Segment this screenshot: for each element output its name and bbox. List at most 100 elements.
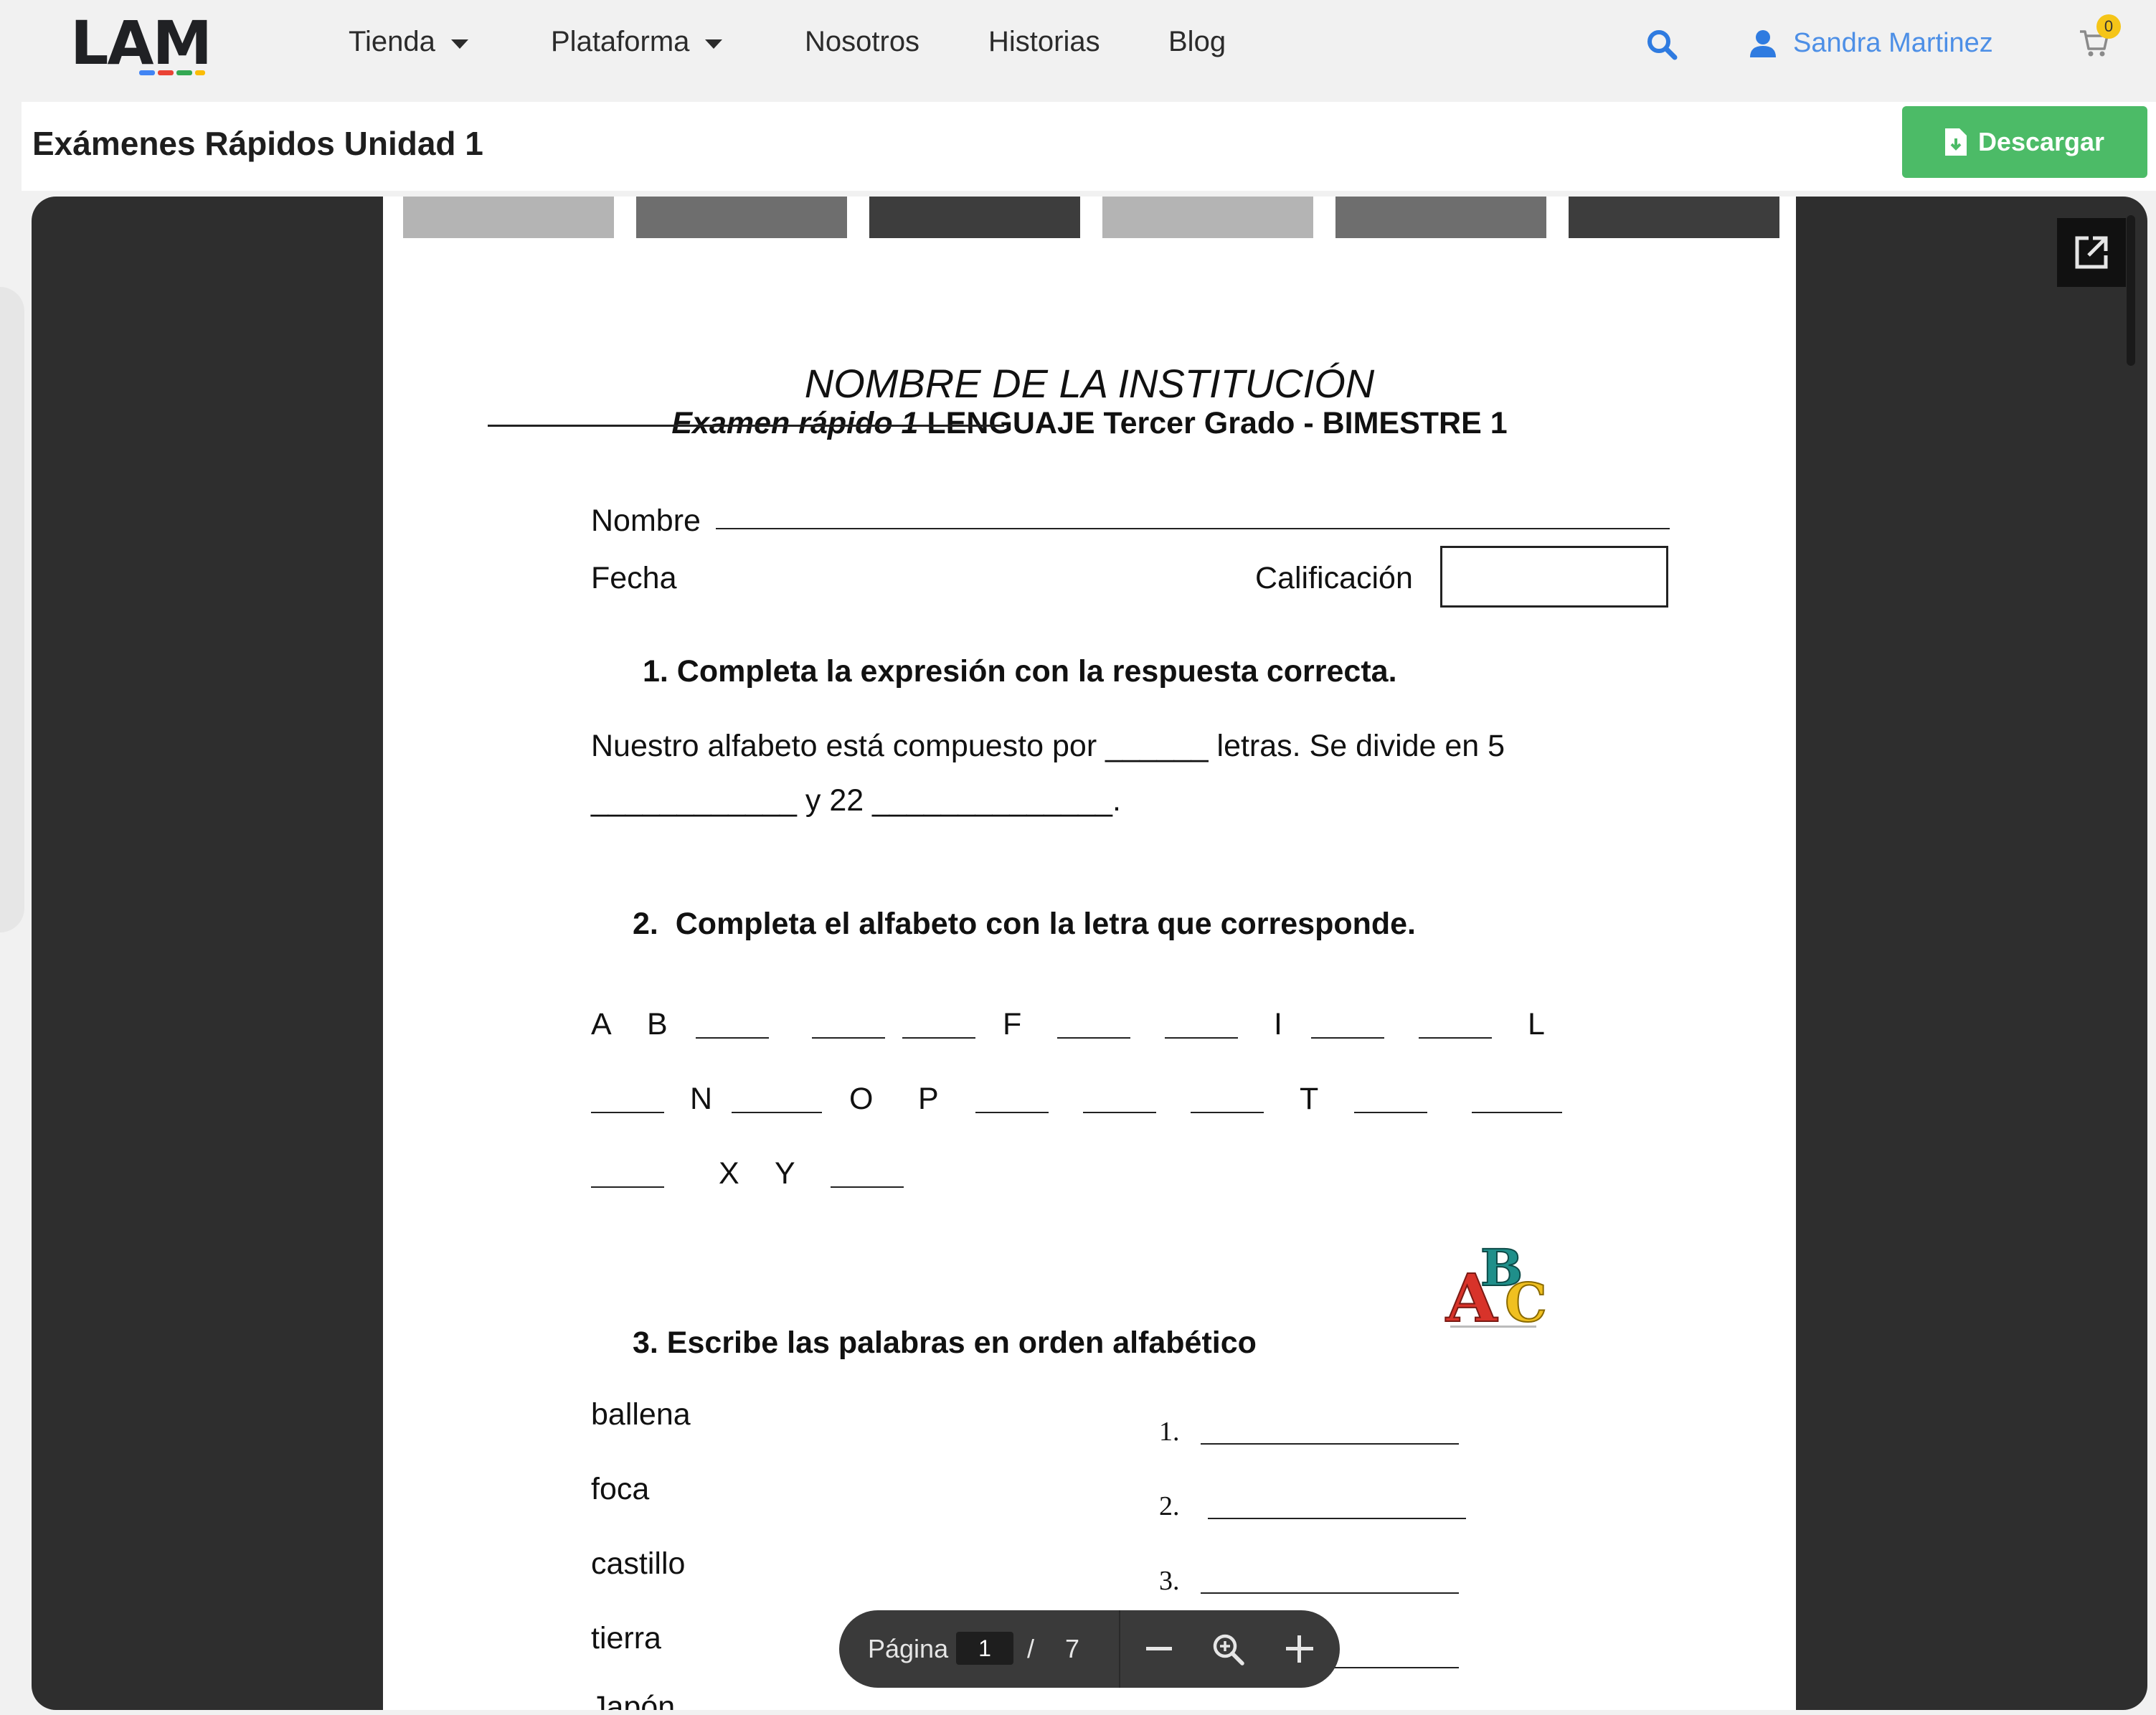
letter-blank xyxy=(591,1112,664,1113)
letter-blank xyxy=(591,1186,664,1188)
question-2-title: 2. Completa el alfabeto con la letra que… xyxy=(633,907,1417,941)
institution-name: NOMBRE DE LA INSTITUCIÓN xyxy=(804,361,1375,406)
letter-blank xyxy=(1191,1112,1264,1113)
nav-item-nosotros[interactable]: Nosotros xyxy=(805,20,919,63)
zoom-in-icon-vertical[interactable] xyxy=(1297,1635,1301,1663)
search-icon[interactable] xyxy=(1646,29,1678,60)
date-label: Fecha xyxy=(591,561,677,595)
alphabet-letter: P xyxy=(918,1082,939,1116)
alphabet-letter: A xyxy=(591,1007,612,1041)
logo-bar-blue xyxy=(139,70,155,75)
alphabet-letter: L xyxy=(1528,1007,1545,1041)
alphabet-letter: X xyxy=(719,1156,739,1191)
pdf-viewer[interactable]: NOMBRE DE LA INSTITUCIÓN Examen rápido 1… xyxy=(32,197,2147,1710)
header-strip xyxy=(1335,197,1546,238)
word-item: foca xyxy=(591,1472,650,1506)
toolbar-divider xyxy=(1119,1610,1120,1688)
letter-blank xyxy=(1311,1037,1384,1039)
alphabet-letter: B xyxy=(647,1007,668,1041)
letter-blank xyxy=(1057,1037,1130,1039)
page-edge xyxy=(0,287,24,932)
letter-blank xyxy=(1165,1037,1238,1039)
answer-number: 1. xyxy=(1159,1417,1180,1447)
open-in-new-window-button[interactable] xyxy=(2057,218,2126,287)
pdf-page: NOMBRE DE LA INSTITUCIÓN Examen rápido 1… xyxy=(383,197,1796,1710)
answer-line xyxy=(1208,1518,1466,1519)
letter-blank xyxy=(696,1037,769,1039)
page-toolbar: Página 1 / 7 xyxy=(839,1610,1340,1688)
nav-item-label: Tienda xyxy=(349,26,435,57)
logo-text: LAM xyxy=(70,8,212,78)
word-item: tierra xyxy=(591,1621,661,1655)
caret-down-icon xyxy=(450,39,468,49)
lam-logo[interactable]: LAM xyxy=(70,7,214,79)
nav-item-tienda[interactable]: Tienda xyxy=(349,20,468,63)
user-account-link[interactable]: Sandra Martinez xyxy=(1749,22,1993,65)
question-1-title: 1. Completa la expresión con la respuest… xyxy=(643,654,1397,689)
abc-blocks-illustration: A B C xyxy=(1445,1241,1548,1334)
viewer-scrollbar[interactable] xyxy=(2127,215,2135,366)
exam-subtitle-italic: Examen rápido 1 xyxy=(671,406,919,440)
word-item: ballena xyxy=(591,1397,691,1432)
cart-count-badge: 0 xyxy=(2096,14,2121,39)
question-3-title: 3. Escribe las palabras en orden alfabét… xyxy=(633,1326,1257,1360)
file-download-icon xyxy=(1944,128,1967,156)
page-separator: / xyxy=(1027,1634,1035,1663)
header-strip xyxy=(403,197,614,238)
external-link-icon xyxy=(2075,236,2108,269)
nav-item-blog[interactable]: Blog xyxy=(1168,20,1226,63)
header-strip xyxy=(1102,197,1313,238)
nav-item-plataforma[interactable]: Plataforma xyxy=(551,20,723,63)
alphabet-letter: O xyxy=(849,1082,874,1116)
letter-blank xyxy=(1472,1112,1562,1113)
caret-down-icon xyxy=(705,39,723,49)
word-item: Japón xyxy=(591,1690,676,1710)
alphabet-letter: I xyxy=(1274,1007,1282,1041)
page-title: Exámenes Rápidos Unidad 1 xyxy=(32,125,483,162)
logo-bar-red xyxy=(158,70,174,75)
page-number-input[interactable]: 1 xyxy=(956,1632,1013,1665)
letter-blank xyxy=(812,1037,885,1039)
answer-number: 3. xyxy=(1159,1566,1180,1596)
letter-blank xyxy=(732,1112,822,1113)
zoom-out-icon[interactable] xyxy=(1146,1647,1172,1650)
zoom-reset-icon[interactable] xyxy=(1211,1632,1245,1666)
alphabet-letter: N xyxy=(690,1082,713,1116)
header-strip xyxy=(869,197,1080,238)
user-name: Sandra Martinez xyxy=(1793,28,1993,58)
nav-item-label: Blog xyxy=(1168,26,1226,57)
name-label: Nombre xyxy=(591,504,701,538)
logo-bar-yellow xyxy=(195,70,205,75)
nav-item-label: Historias xyxy=(988,26,1100,57)
letter-blank xyxy=(1354,1112,1427,1113)
answer-line xyxy=(1201,1443,1459,1445)
answer-number: 2. xyxy=(1159,1491,1180,1521)
grade-label: Calificación xyxy=(1255,561,1413,595)
alphabet-letter: F xyxy=(1003,1007,1022,1041)
exam-subtitle-bold: LENGUAJE Tercer Grado - BIMESTRE 1 xyxy=(918,406,1508,440)
answer-line xyxy=(1201,1592,1459,1594)
letter-blank xyxy=(831,1186,904,1188)
letter-blank xyxy=(1083,1112,1156,1113)
nav-item-label: Nosotros xyxy=(805,26,920,57)
nav-item-label: Plataforma xyxy=(551,26,690,57)
nav-item-historias[interactable]: Historias xyxy=(988,20,1100,63)
alphabet-letter: Y xyxy=(775,1156,795,1191)
exam-subtitle: Examen rápido 1 LENGUAJE Tercer Grado - … xyxy=(383,406,1796,441)
grade-box xyxy=(1440,546,1668,608)
alphabet-letter: T xyxy=(1300,1082,1319,1116)
user-icon xyxy=(1750,30,1776,57)
page-label: Página xyxy=(868,1634,949,1663)
question-1-line-2: ____________ y 22 ______________. xyxy=(591,783,1121,818)
letter-blank xyxy=(902,1037,975,1039)
svg-text:C: C xyxy=(1505,1272,1547,1334)
download-button[interactable]: Descargar xyxy=(1902,106,2147,178)
header-strip xyxy=(636,197,847,238)
top-navigation: LAM Tienda Plataforma Nosotros Historias… xyxy=(0,0,2156,100)
strike-line xyxy=(488,425,1004,427)
letter-blank xyxy=(1419,1037,1492,1039)
header-strip xyxy=(1569,197,1779,238)
question-1-line-1: Nuestro alfabeto está compuesto por ____… xyxy=(591,729,1505,763)
word-item: castillo xyxy=(591,1546,686,1581)
page-total: 7 xyxy=(1065,1634,1080,1663)
